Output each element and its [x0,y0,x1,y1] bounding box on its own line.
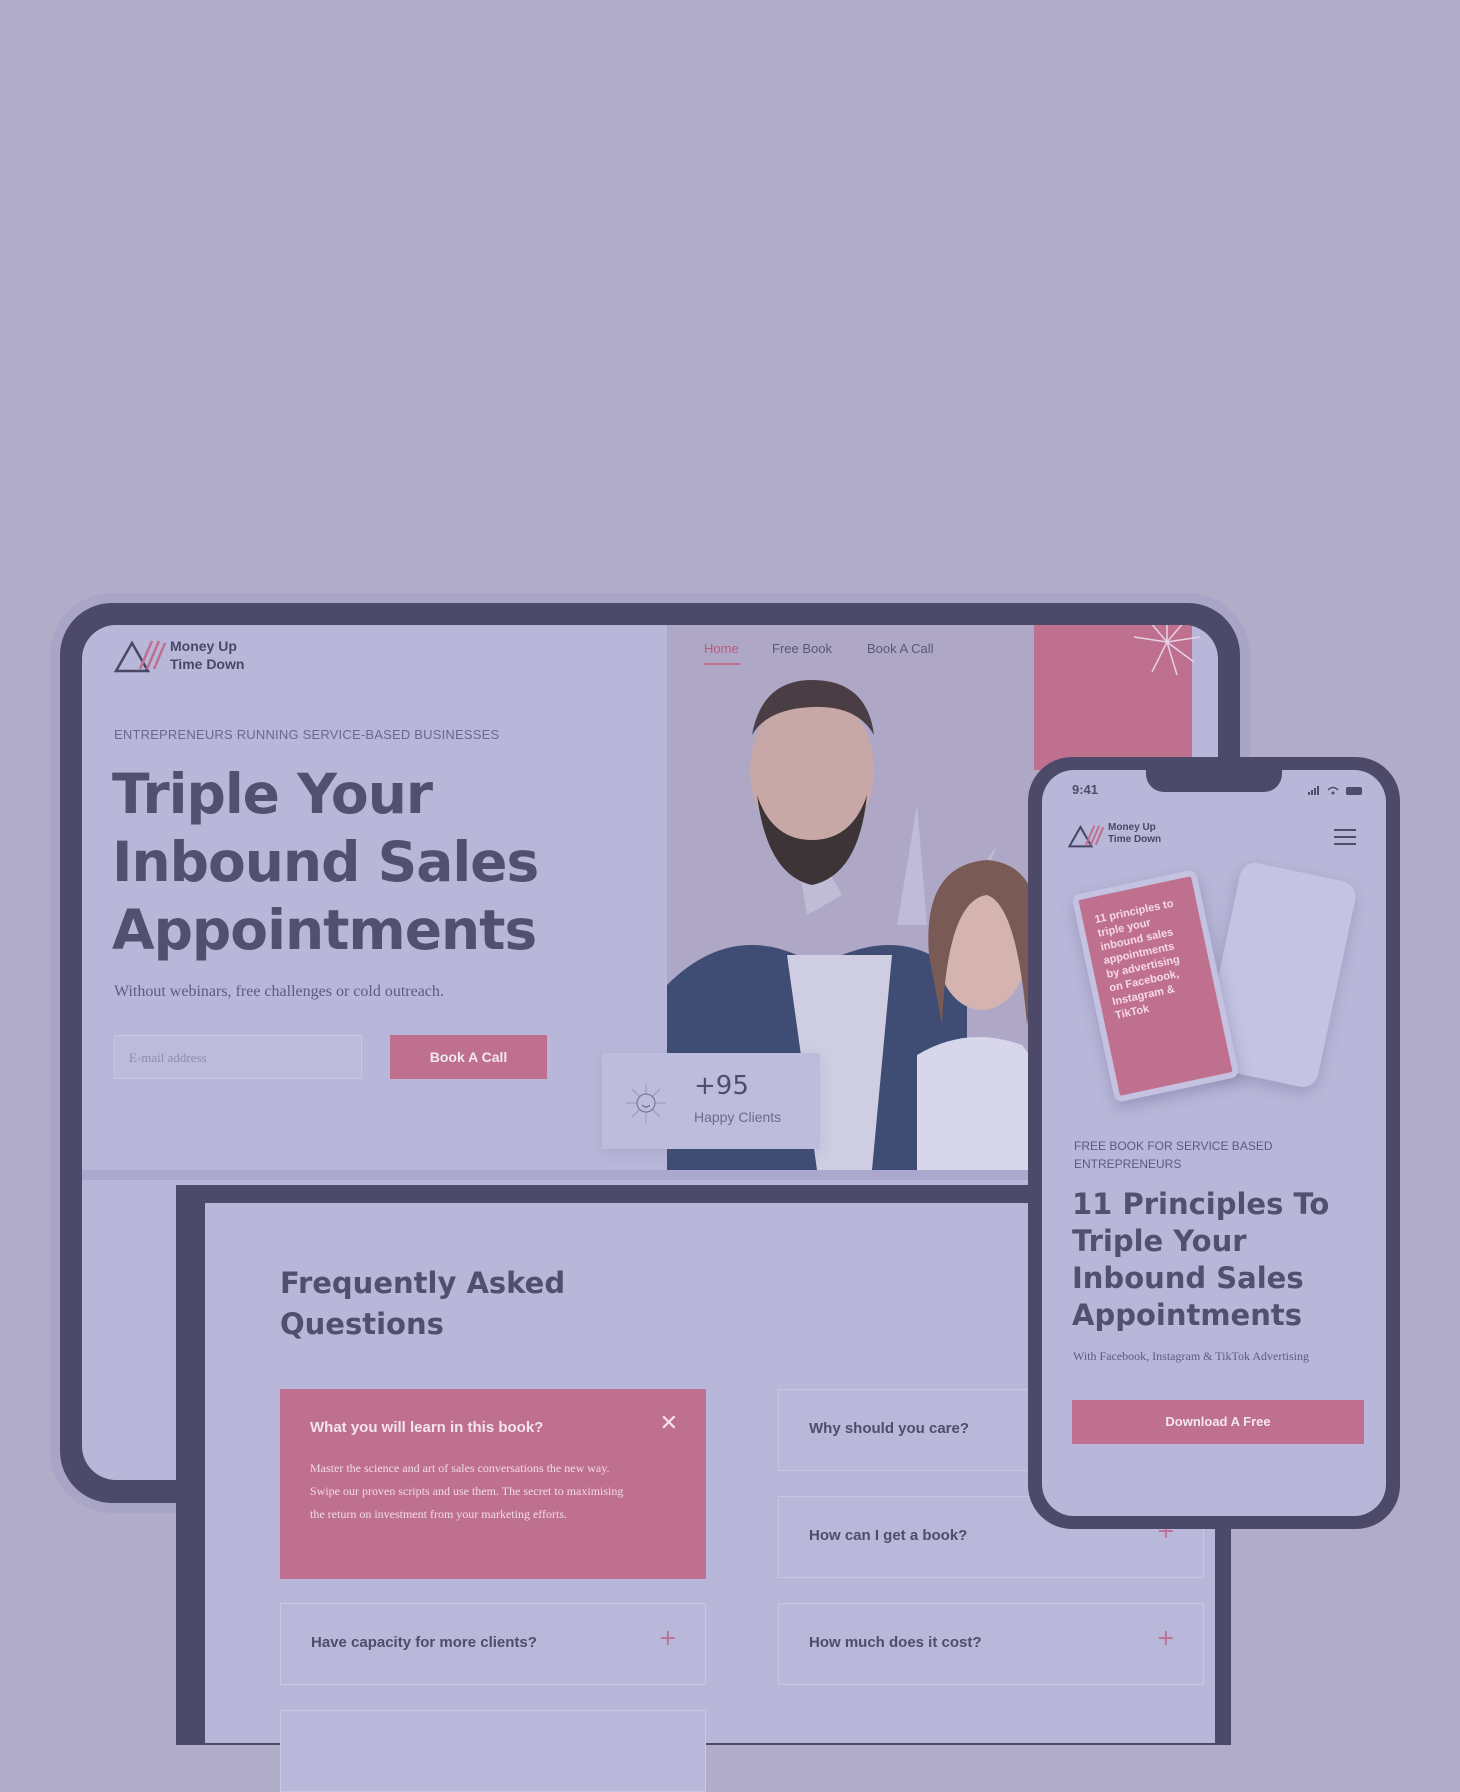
starburst-icon [1133,625,1201,676]
book-cover-text: 11 principles to triple your inbound sal… [1093,897,1181,1022]
nav-free-book[interactable]: Free Book [772,641,832,656]
plus-icon[interactable]: + [659,1626,677,1651]
logo-text: Money Up Time Down [170,638,245,672]
phone-notch [1146,770,1282,792]
book-a-call-button[interactable]: Book A Call [390,1035,547,1079]
smile-icon [626,1083,666,1123]
hero-headline: Triple Your Inbound Sales Appointments [112,762,539,962]
faq-item[interactable] [280,1710,706,1792]
nav-book-a-call[interactable]: Book A Call [867,641,934,656]
faq-answer: Master the science and art of sales conv… [310,1461,624,1521]
download-button[interactable]: Download A Free [1072,1400,1364,1444]
faq-question: What you will learn in this book? [310,1419,544,1436]
hamburger-menu-icon[interactable] [1334,828,1356,846]
faq-question: How can I get a book? [809,1527,968,1544]
nav-active-indicator [704,663,740,665]
faq-question: Why should you care? [809,1420,970,1437]
phone-screen: 9:41 Money Up Time Down 11 principles to… [1042,770,1386,1516]
faq-item[interactable]: How much does it cost? + [778,1603,1204,1685]
logo-mark-icon [114,640,166,673]
email-input[interactable]: E-mail address [114,1035,362,1079]
logo-mark-icon [1068,824,1104,848]
logo-text: Money Up Time Down [1108,822,1162,845]
faq-item[interactable]: Have capacity for more clients? + [280,1603,706,1685]
faq-question: Have capacity for more clients? [311,1634,537,1651]
close-icon[interactable]: ✕ [660,1411,678,1436]
phone-headline: 11 Principles To Triple Your Inbound Sal… [1072,1187,1330,1332]
stat-value: +95 [694,1071,749,1101]
happy-clients-card: +95 Happy Clients [602,1053,820,1149]
stat-label: Happy Clients [694,1109,782,1125]
faq-item-open[interactable]: What you will learn in this book? ✕ Mast… [280,1389,706,1579]
status-time: 9:41 [1072,782,1099,797]
phone-subheadline: With Facebook, Instagram & TikTok Advert… [1073,1349,1309,1363]
faq-title: Frequently Asked Questions [280,1266,566,1341]
plus-icon[interactable]: + [1157,1626,1175,1651]
nav-home[interactable]: Home [704,641,739,656]
book-cover: 11 principles to triple your inbound sal… [1071,869,1240,1103]
hero-subheadline: Without webinars, free challenges or col… [114,983,444,1000]
signal-icon [1308,786,1362,795]
hero-eyebrow: ENTREPRENEURS RUNNING SERVICE-BASED BUSI… [114,727,500,742]
phone-eyebrow: FREE BOOK FOR SERVICE BASED ENTREPRENEUR… [1074,1139,1273,1171]
faq-question: How much does it cost? [809,1634,982,1651]
